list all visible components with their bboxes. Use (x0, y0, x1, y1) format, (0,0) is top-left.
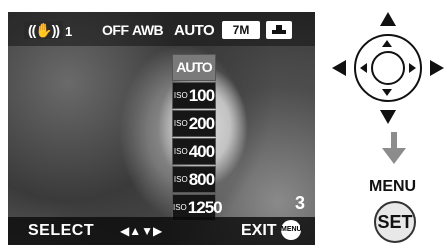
iso-indicator: AUTO (174, 22, 215, 39)
white-balance-indicator: AWB (132, 22, 164, 38)
arrow-right-icon[interactable] (430, 60, 444, 76)
shots-remaining: 3 (295, 193, 306, 213)
iso-option-value: AUTO (176, 59, 212, 75)
cursor-ring-center[interactable] (371, 51, 405, 85)
menu-set-icon: MENU SET (281, 220, 302, 240)
iso-option-value: 400 (188, 142, 215, 161)
menu-set-button[interactable]: SET (374, 201, 416, 243)
iso-option-800[interactable]: ISO800 (172, 166, 216, 193)
portrait-photo-background (8, 12, 315, 245)
cursor-left-small-icon (360, 63, 367, 73)
iso-option-value: 800 (188, 170, 215, 189)
quality-icon (266, 21, 292, 39)
iso-option-prefix: ISO (173, 203, 187, 212)
arrow-head (382, 148, 406, 164)
iso-option-prefix: ISO (173, 175, 188, 184)
cursor-buttons-diagram (332, 12, 444, 124)
stabilizer-mode: 1 (65, 24, 73, 39)
iso-menu: AUTO ISO100 ISO200 ISO400 ISO800 ISO1250 (172, 54, 223, 222)
exit-label: EXIT (241, 222, 277, 239)
cursor-down-small-icon (382, 89, 392, 96)
iso-option-prefix: ISO (173, 119, 188, 128)
stabilizer-indicator: ((✋)) (24, 21, 64, 39)
iso-option-prefix: ISO (173, 147, 188, 156)
iso-option-value: 100 (188, 86, 215, 105)
flash-indicator: OFF (102, 22, 129, 38)
arrow-left-icon[interactable] (332, 60, 346, 76)
menu-label: MENU (369, 178, 417, 195)
iso-option-100[interactable]: ISO100 (172, 82, 216, 109)
arrow-down-icon[interactable] (380, 110, 396, 124)
cursor-up-small-icon (382, 40, 392, 47)
iso-option-200[interactable]: ISO200 (172, 110, 216, 137)
cursor-right-small-icon (409, 63, 416, 73)
iso-option-prefix: ISO (173, 91, 188, 100)
cursor-arrows-icon: ◀▲▼▶ (120, 224, 163, 238)
down-arrow-icon (374, 132, 414, 168)
iso-option-400[interactable]: ISO400 (172, 138, 216, 165)
iso-option-value: 200 (188, 114, 215, 133)
iso-option-value: 1250 (187, 198, 223, 217)
iso-option-auto[interactable]: AUTO (172, 54, 216, 81)
picture-size-indicator: 7M (222, 21, 260, 39)
select-label: SELECT (28, 222, 95, 239)
arrow-up-icon[interactable] (380, 12, 396, 26)
camera-lcd-screen: ((✋)) 1 OFF AWB AUTO 7M AUTO ISO100 ISO2… (8, 12, 315, 245)
